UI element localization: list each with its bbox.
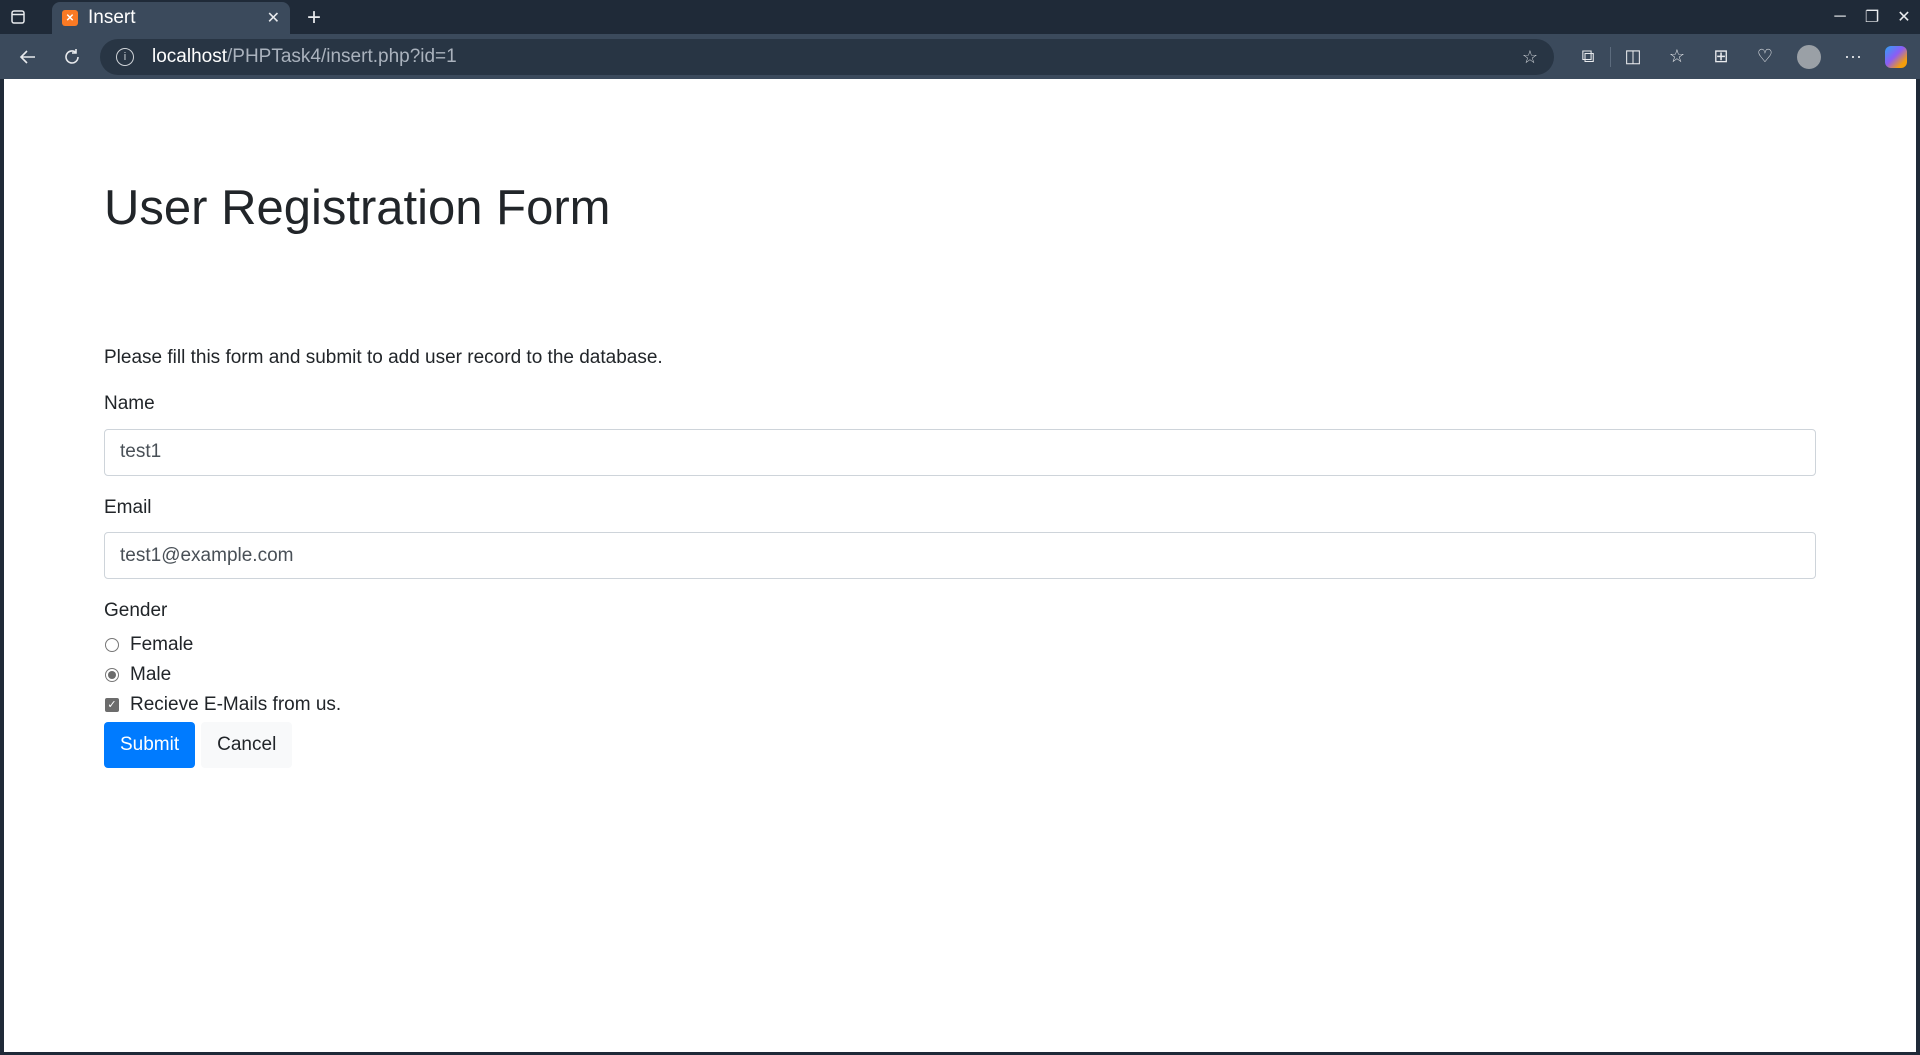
browser-tab-bar: ✕ Insert ✕ + ─ ❐ ✕ — [0, 0, 1920, 34]
url-path: /PHPTask4/insert.php?id=1 — [227, 46, 457, 67]
collections-icon[interactable]: ⊞ — [1699, 46, 1743, 67]
name-input[interactable] — [104, 428, 1816, 476]
gender-option-male[interactable]: Male — [104, 660, 1816, 690]
male-radio[interactable] — [105, 667, 119, 682]
form-intro-text: Please fill this form and submit to add … — [104, 346, 663, 368]
browser-essentials-icon[interactable]: ♡ — [1743, 46, 1787, 67]
tab-close-icon[interactable]: ✕ — [267, 8, 280, 28]
page-title: User Registration Form — [104, 181, 611, 235]
site-info-icon[interactable]: i — [116, 48, 134, 66]
reload-icon — [65, 48, 79, 64]
tab-actions-icon — [11, 10, 25, 24]
gender-group: Gender Female Male ✓ Recieve E-Mails fro… — [104, 597, 1816, 720]
split-screen-icon[interactable]: ◫ — [1611, 46, 1655, 67]
browser-tab-insert[interactable]: ✕ Insert ✕ — [52, 2, 290, 34]
email-label: Email — [104, 496, 152, 518]
window-controls: ─ ❐ ✕ — [1824, 0, 1920, 34]
newsletter-checkbox[interactable]: ✓ — [105, 697, 119, 712]
form-container: User Registration Form Please fill this … — [104, 79, 1816, 768]
back-button[interactable] — [10, 39, 46, 75]
submit-button[interactable]: Submit — [104, 721, 196, 768]
tab-title: Insert — [88, 7, 136, 28]
form-buttons: Submit Cancel — [104, 721, 1816, 768]
browser-tool-icons: ⧉ ◫ ☆ ⊞ ♡ ··· — [1566, 34, 1907, 79]
copilot-icon[interactable] — [1885, 45, 1907, 68]
address-bar[interactable]: i localhost /PHPTask4/insert.php?id=1 ☆ — [100, 39, 1554, 75]
extensions-icon[interactable]: ⧉ — [1566, 46, 1610, 67]
female-radio[interactable] — [105, 637, 119, 652]
cancel-button[interactable]: Cancel — [201, 721, 293, 768]
more-menu-icon[interactable]: ··· — [1831, 46, 1875, 67]
name-label: Name — [104, 393, 155, 415]
tab-actions-menu-button[interactable] — [0, 0, 36, 34]
window-close-icon[interactable]: ✕ — [1888, 7, 1920, 27]
xampp-favicon-icon: ✕ — [62, 10, 78, 26]
newsletter-option[interactable]: ✓ Recieve E-Mails from us. — [104, 690, 1816, 720]
email-input[interactable] — [104, 532, 1816, 580]
male-radio-label: Male — [130, 663, 172, 685]
browser-toolbar: i localhost /PHPTask4/insert.php?id=1 ☆ … — [0, 34, 1920, 79]
page-viewport: User Registration Form Please fill this … — [4, 79, 1916, 1052]
favorites-icon[interactable]: ☆ — [1655, 46, 1699, 67]
email-group: Email — [104, 494, 1816, 580]
profile-avatar[interactable] — [1797, 44, 1821, 69]
minimize-icon[interactable]: ─ — [1824, 8, 1856, 26]
new-tab-button[interactable]: + — [300, 4, 328, 32]
favorite-star-icon[interactable]: ☆ — [1522, 47, 1538, 68]
restore-icon[interactable]: ❐ — [1856, 7, 1888, 27]
back-arrow-icon — [19, 49, 35, 64]
reload-button[interactable] — [54, 39, 90, 75]
female-radio-label: Female — [130, 633, 194, 655]
newsletter-checkbox-label: Recieve E-Mails from us. — [130, 693, 342, 715]
gender-label: Gender — [104, 600, 168, 622]
url-host: localhost — [152, 46, 227, 67]
gender-option-female[interactable]: Female — [104, 630, 1816, 660]
name-group: Name — [104, 390, 1816, 476]
